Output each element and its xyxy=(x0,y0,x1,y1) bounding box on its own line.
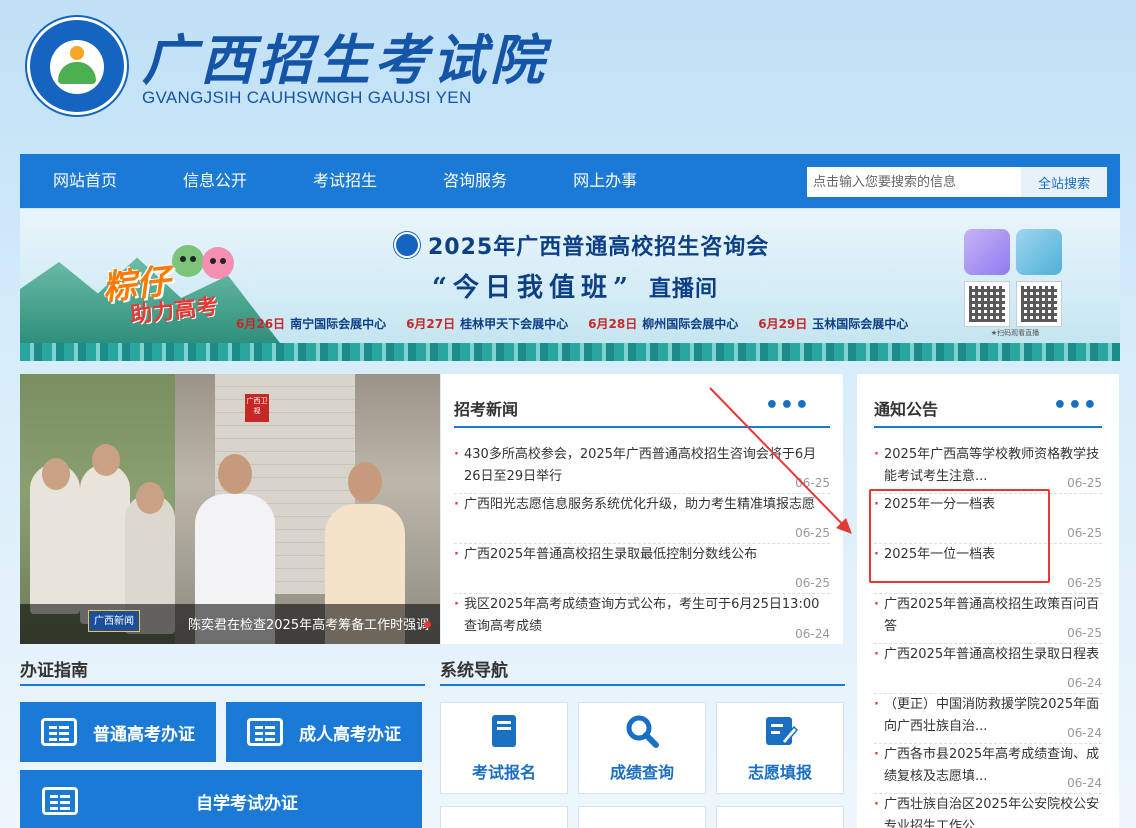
nav-item-info[interactable]: 信息公开 xyxy=(150,154,280,208)
news-item[interactable]: 广西2025年普通高校招生录取最低控制分数线公布06-25 xyxy=(454,544,830,594)
news-list: 430多所高校参会，2025年广西普通高校招生咨询会将于6月26日至29日举行0… xyxy=(454,444,830,644)
nav-item-exam[interactable]: 考试招生 xyxy=(280,154,410,208)
self-study-certificate-button[interactable]: 自学考试办证 xyxy=(20,770,422,828)
news-item[interactable]: 我区2025年高考成绩查询方式公布，考生可于6月25日13:00查询高考成绩06… xyxy=(454,594,830,644)
schedule-item: 6月28日 柳州国际会展中心 xyxy=(588,317,739,331)
notice-date: 06-25 xyxy=(1067,476,1102,490)
notice-item[interactable]: 2025年一位一档表06-25 xyxy=(874,544,1102,594)
banner-title-text: 2025年广西普通高校招生咨询会 xyxy=(428,235,770,260)
news-date: 06-25 xyxy=(795,476,830,490)
adult-exam-certificate-button[interactable]: 成人高考办证 xyxy=(226,702,422,762)
qr-caption: ★扫码观看直播 xyxy=(990,329,1040,337)
search-box: 全站搜索 xyxy=(807,167,1107,197)
site-title: 广西招生考试院 xyxy=(142,28,548,92)
notice-date: 06-25 xyxy=(1067,576,1102,590)
notice-item[interactable]: （更正）中国消防救援学院2025年面向广西壮族自治...06-24 xyxy=(874,694,1102,744)
edit-form-icon xyxy=(766,717,798,746)
nav-item-online[interactable]: 网上办事 xyxy=(540,154,670,208)
section-divider xyxy=(20,684,425,686)
more-icon[interactable]: ••• xyxy=(765,395,810,417)
system-tile[interactable] xyxy=(440,806,568,828)
score-query-tile[interactable]: 成绩查询 xyxy=(578,702,706,794)
section-divider xyxy=(440,684,845,686)
slide-caption[interactable]: 陈奕君在检查2025年高考筹备工作时强调 xyxy=(188,614,429,633)
notice-date: 06-24 xyxy=(1067,676,1102,690)
slide-news-tag: 广西新闻 xyxy=(88,610,140,632)
site-header: 广西招生考试院 GVANGJSIH CAUHSWNGH GAUJSI YEN xyxy=(0,0,1136,150)
notice-date: 06-25 xyxy=(1067,526,1102,540)
notice-date: 06-25 xyxy=(1067,626,1102,640)
news-panel-title: 招考新闻 xyxy=(454,400,519,419)
system-tile[interactable] xyxy=(716,806,844,828)
emblem-mountain-icon xyxy=(50,40,104,94)
id-card-icon xyxy=(41,718,77,746)
slide-indicator-dot[interactable] xyxy=(424,621,431,628)
banner-subtitle-quote: “今日我值班” xyxy=(432,273,634,303)
schedule-item: 6月27日 桂林甲天下会展中心 xyxy=(406,317,569,331)
emblem-icon xyxy=(394,232,420,258)
app-qr-icon[interactable] xyxy=(964,229,1010,275)
news-panel-header: 招考新闻 ••• xyxy=(454,392,830,428)
news-panel: 招考新闻 ••• 430多所高校参会，2025年广西普通高校招生咨询会将于6月2… xyxy=(441,374,843,644)
notice-date: 06-24 xyxy=(1067,726,1102,740)
news-date: 06-25 xyxy=(795,526,830,540)
banner-schedule: 6月26日 南宁国际会展中心 6月27日 桂林甲天下会展中心 6月28日 柳州国际会展… xyxy=(236,315,908,332)
banner-subtitle: “今日我值班” 直播间 xyxy=(432,267,718,304)
app-qr-icon[interactable] xyxy=(1016,229,1062,275)
application-fill-tile[interactable]: 志愿填报 xyxy=(716,702,844,794)
schedule-item: 6月26日 南宁国际会展中心 xyxy=(236,317,387,331)
schedule-item: 6月29日 玉林国际会展中心 xyxy=(758,317,909,331)
exam-registration-tile[interactable]: 考试报名 xyxy=(440,702,568,794)
banner-stripe-decoration xyxy=(20,343,1120,361)
consult-banner[interactable]: 粽仔 助力高考 2025年广西普通高校招生咨询会 “今日我值班” 直播间 6月2… xyxy=(20,209,1120,361)
notice-item[interactable]: 2025年广西高等学校教师资格教学技能考试考生注意...06-25 xyxy=(874,444,1102,494)
notice-date: 06-24 xyxy=(1067,776,1102,790)
gaokao-certificate-button[interactable]: 普通高考办证 xyxy=(20,702,216,762)
main-nav: 网站首页 信息公开 考试招生 咨询服务 网上办事 全站搜索 xyxy=(20,154,1120,208)
news-date: 06-24 xyxy=(795,627,830,641)
id-card-icon xyxy=(42,787,78,815)
certificate-section-title: 办证指南 xyxy=(20,661,88,681)
nav-item-home[interactable]: 网站首页 xyxy=(20,154,150,208)
notice-item[interactable]: 广西2025年普通高校招生政策百问百答06-25 xyxy=(874,594,1102,644)
banner-title: 2025年广西普通高校招生咨询会 xyxy=(394,229,769,261)
nav-item-consult[interactable]: 咨询服务 xyxy=(410,154,540,208)
site-logo-emblem[interactable] xyxy=(27,17,127,115)
news-item[interactable]: 广西阳光志愿信息服务系统优化升级，助力考生精准填报志愿06-25 xyxy=(454,494,830,544)
notice-panel: 通知公告 ••• 2025年广西高等学校教师资格教学技能考试考生注意...06-… xyxy=(857,374,1119,828)
registration-icon xyxy=(492,715,516,747)
search-input[interactable] xyxy=(807,167,1021,197)
search-button[interactable]: 全站搜索 xyxy=(1021,167,1107,197)
banner-subtitle-live: 直播间 xyxy=(648,277,718,302)
system-tile[interactable] xyxy=(578,806,706,828)
news-date: 06-25 xyxy=(795,576,830,590)
system-nav-section-title: 系统导航 xyxy=(440,661,508,681)
mascot-icon xyxy=(172,245,234,279)
more-icon[interactable]: ••• xyxy=(1053,395,1098,417)
id-card-icon xyxy=(247,718,283,746)
tv-logo: 广西卫视 xyxy=(245,394,269,422)
notice-item[interactable]: 广西各市县2025年高考成绩查询、成绩复核及志愿填...06-24 xyxy=(874,744,1102,794)
notice-item[interactable]: 广西2025年普通高校招生录取日程表06-24 xyxy=(874,644,1102,694)
notice-item[interactable]: 广西壮族自治区2025年公安院校公安专业招生工作公... xyxy=(874,794,1102,828)
notice-item[interactable]: 2025年一分一档表06-25 xyxy=(874,494,1102,544)
qr-code-icon[interactable] xyxy=(964,281,1010,327)
qr-code-icon[interactable] xyxy=(1016,281,1062,327)
notice-panel-header: 通知公告 ••• xyxy=(874,392,1102,428)
search-icon xyxy=(626,715,659,748)
news-slideshow[interactable]: 广西卫视 广西新闻 陈奕君在检查2025年高考筹备工作时强调 xyxy=(20,374,440,644)
notice-list: 2025年广西高等学校教师资格教学技能考试考生注意...06-25 2025年一… xyxy=(874,444,1102,828)
notice-panel-title: 通知公告 xyxy=(874,400,939,419)
news-item[interactable]: 430多所高校参会，2025年广西普通高校招生咨询会将于6月26日至29日举行0… xyxy=(454,444,830,494)
site-subtitle: GVANGJSIH CAUHSWNGH GAUJSI YEN xyxy=(142,88,472,107)
